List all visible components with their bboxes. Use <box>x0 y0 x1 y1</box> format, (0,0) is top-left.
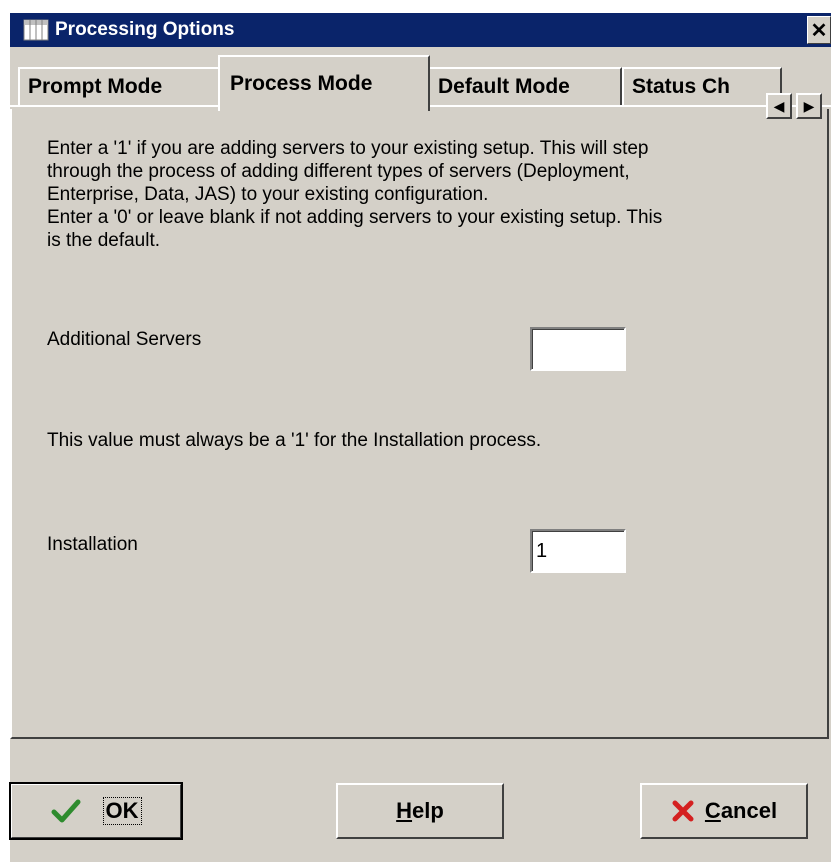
installation-description: This value must always be a '1' for the … <box>47 430 542 451</box>
description-line: through the process of adding different … <box>47 161 630 182</box>
description-line: Enter a '1' if you are adding servers to… <box>47 138 649 159</box>
tab-prompt-mode[interactable]: Prompt Mode <box>18 67 224 105</box>
cancel-button[interactable]: Cancel <box>640 783 808 839</box>
help-button[interactable]: Help <box>336 783 504 839</box>
additional-servers-label: Additional Servers <box>47 329 202 350</box>
description-line: is the default. <box>47 230 161 251</box>
red-x-icon <box>671 799 695 823</box>
installation-label: Installation <box>47 534 138 555</box>
ok-label: OK <box>102 797 142 825</box>
window-app-icon <box>23 19 49 41</box>
cancel-label-rest: ancel <box>720 798 778 823</box>
tab-status-change[interactable]: Status Ch <box>622 67 782 105</box>
title-bar[interactable]: Processing Options ✕ <box>10 13 831 47</box>
tab-strip: Prompt Mode Process Mode Default Mode St… <box>10 51 831 119</box>
description-line: Enter a '0' or leave blank if not adding… <box>47 207 663 228</box>
close-button[interactable]: ✕ <box>807 16 831 44</box>
installation-input[interactable] <box>530 529 626 573</box>
window-title: Processing Options <box>55 19 235 40</box>
cancel-mnemonic: C <box>704 798 721 823</box>
tab-process-mode[interactable]: Process Mode <box>218 55 430 111</box>
ok-button[interactable]: OK <box>9 782 183 840</box>
tab-default-mode[interactable]: Default Mode <box>428 67 622 105</box>
help-mnemonic: H <box>396 798 413 823</box>
additional-servers-description: Enter a '1' if you are adding servers to… <box>47 137 747 252</box>
help-label-rest: elp <box>412 798 444 823</box>
checkmark-icon <box>51 798 81 824</box>
processing-options-dialog: Processing Options ✕ Prompt Mode Process… <box>9 13 831 862</box>
close-icon: ✕ <box>810 19 828 42</box>
description-line: Enterprise, Data, JAS) to your existing … <box>47 184 489 205</box>
additional-servers-input[interactable] <box>530 327 626 371</box>
tab-panel-process-mode: Enter a '1' if you are adding servers to… <box>10 109 829 739</box>
